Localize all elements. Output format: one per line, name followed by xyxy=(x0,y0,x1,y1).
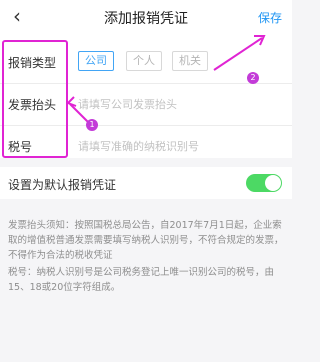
arrow-head-labels xyxy=(66,96,77,107)
arrow-to-labels xyxy=(69,103,89,123)
step-marker-1: 1 xyxy=(86,119,98,131)
annotation-arrows xyxy=(66,35,266,123)
step-marker-2: 2 xyxy=(247,72,259,84)
arrow-to-save xyxy=(213,37,263,71)
